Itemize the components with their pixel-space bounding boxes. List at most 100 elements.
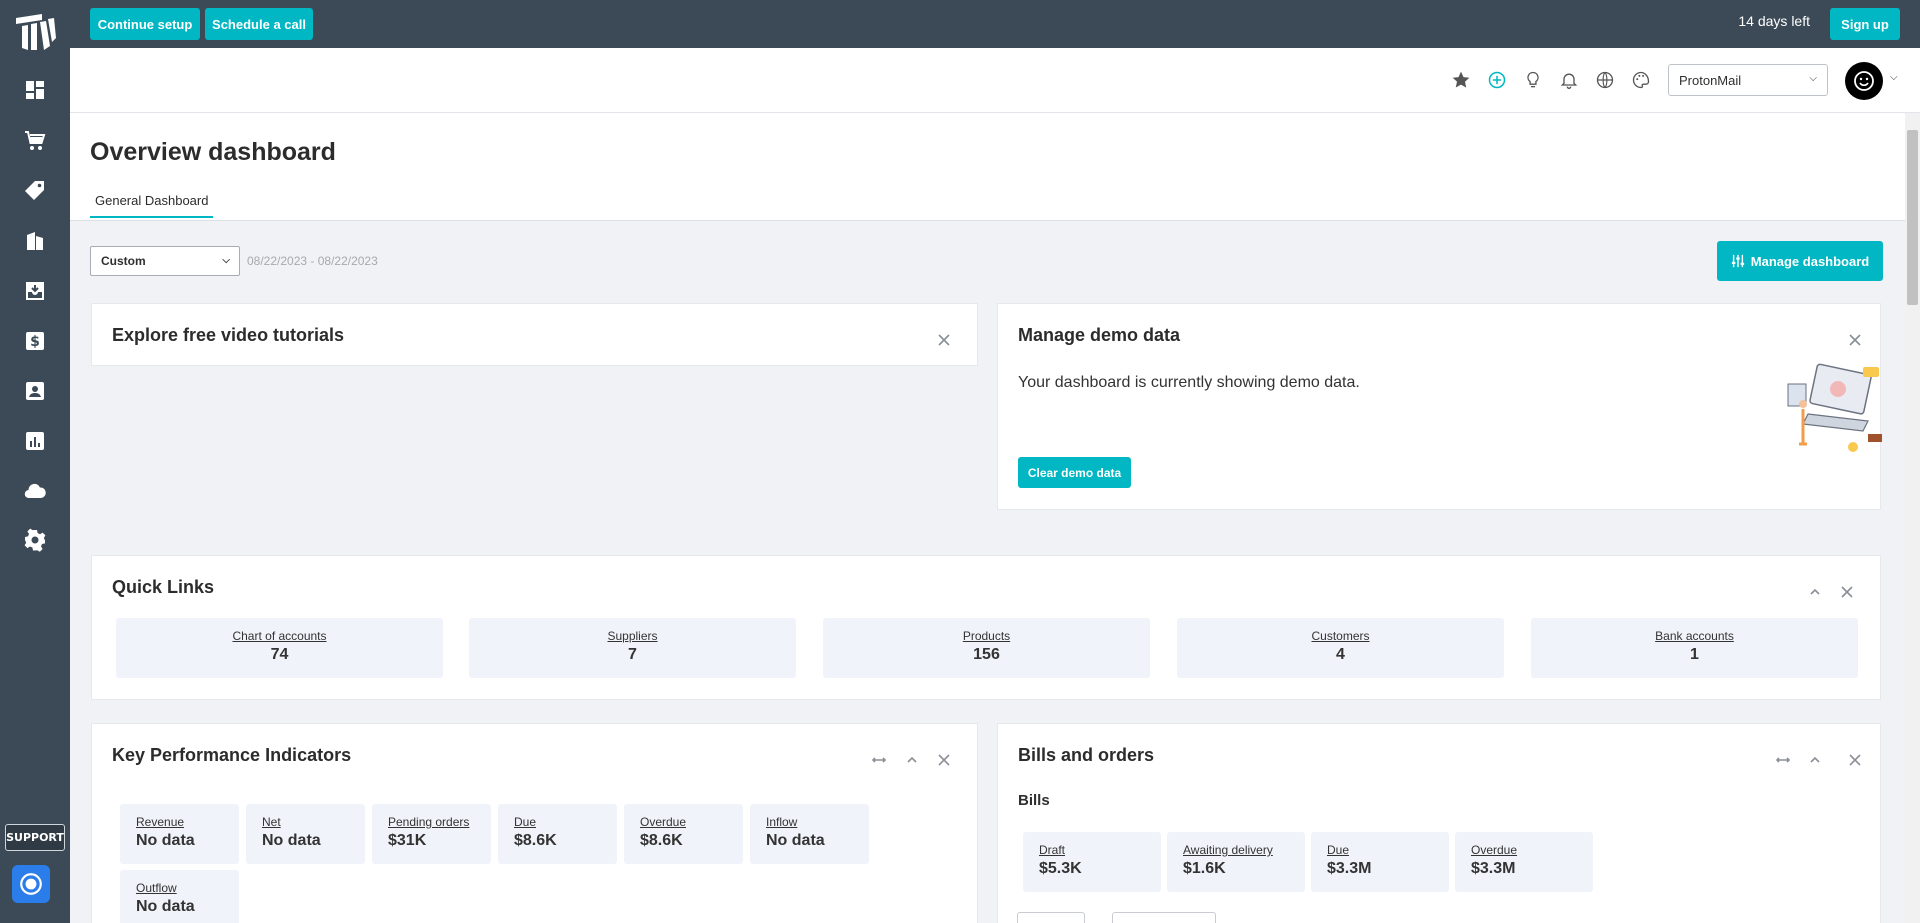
inbox-icon[interactable]	[19, 275, 51, 307]
continue-setup-button[interactable]: Continue setup	[90, 8, 200, 40]
quick-link-suppliers[interactable]: Suppliers 7	[469, 618, 796, 678]
clear-demo-data-button[interactable]: Clear demo data	[1018, 457, 1131, 488]
bills-subtitle: Bills	[1018, 792, 1050, 809]
tab-general-dashboard[interactable]: General Dashboard	[90, 193, 214, 218]
bill-label[interactable]: Due	[1327, 843, 1449, 857]
bill-label[interactable]: Draft	[1039, 843, 1161, 857]
sign-up-button[interactable]: Sign up	[1830, 8, 1900, 40]
tutorials-title: Explore free video tutorials	[112, 325, 345, 345]
collapse-chevron-up-icon[interactable]	[1807, 584, 1823, 600]
avatar-chevron-down-icon[interactable]: ⌵	[1890, 72, 1898, 83]
trial-days-left: 14 days left	[1738, 13, 1810, 29]
schedule-call-button[interactable]: Schedule a call	[205, 8, 313, 40]
close-icon[interactable]	[1847, 752, 1863, 768]
settings-gear-icon[interactable]	[19, 524, 51, 556]
company-select[interactable]: ProtonMail ⌵	[1668, 64, 1828, 96]
bill-label[interactable]: Awaiting delivery	[1183, 843, 1305, 857]
kpi-overdue[interactable]: Overdue $8.6K	[624, 804, 743, 864]
banking-icon[interactable]: $	[19, 325, 51, 357]
title-area: Overview dashboard General Dashboard	[70, 113, 1905, 221]
kpi-value: No data	[262, 832, 321, 849]
scrollbar-thumb[interactable]	[1907, 130, 1918, 305]
collapse-chevron-up-icon[interactable]	[904, 752, 920, 768]
avatar[interactable]	[1845, 62, 1883, 100]
contacts-icon[interactable]	[19, 375, 51, 407]
dashboard-icon[interactable]	[19, 74, 51, 106]
kpi-label[interactable]: Due	[514, 815, 617, 829]
quick-link-label[interactable]: Bank accounts	[1531, 629, 1858, 643]
bill-awaiting-delivery[interactable]: Awaiting delivery $1.6K	[1167, 832, 1305, 892]
quick-link-value: 156	[973, 646, 1000, 663]
period-select[interactable]: Custom ⌵	[90, 246, 240, 276]
sliders-icon	[1731, 254, 1744, 268]
chat-widget-button[interactable]	[12, 865, 50, 903]
support-button[interactable]: SUPPORT	[5, 824, 65, 851]
sidebar: $ SUPPORT	[0, 0, 70, 923]
bills-action-button[interactable]	[1017, 912, 1085, 923]
quick-link-label[interactable]: Suppliers	[469, 629, 796, 643]
reports-icon[interactable]	[19, 425, 51, 457]
header-bar: ProtonMail ⌵ ⌵	[70, 48, 1920, 113]
kpi-inflow[interactable]: Inflow No data	[750, 804, 869, 864]
kpi-title: Key Performance Indicators	[112, 745, 352, 765]
kpi-label[interactable]: Outflow	[136, 881, 239, 895]
star-icon[interactable]	[1449, 68, 1473, 92]
company-select-value: ProtonMail	[1679, 72, 1742, 88]
kpi-net[interactable]: Net No data	[246, 804, 365, 864]
period-select-value: Custom	[101, 254, 146, 268]
globe-icon[interactable]	[1593, 68, 1617, 92]
page-title: Overview dashboard	[90, 138, 336, 166]
bill-overdue[interactable]: Overdue $3.3M	[1455, 832, 1593, 892]
kpi-label[interactable]: Inflow	[766, 815, 869, 829]
kpi-value: $8.6K	[514, 832, 557, 849]
kpi-label[interactable]: Pending orders	[388, 815, 491, 829]
demo-data-title: Manage demo data	[1018, 325, 1181, 345]
quick-link-value: 74	[270, 646, 289, 663]
quick-link-customers[interactable]: Customers 4	[1177, 618, 1504, 678]
close-icon[interactable]	[1847, 332, 1863, 348]
kpi-outflow[interactable]: Outflow No data	[120, 870, 239, 923]
bill-due[interactable]: Due $3.3M	[1311, 832, 1449, 892]
palette-icon[interactable]	[1629, 68, 1653, 92]
bell-icon[interactable]	[1557, 68, 1581, 92]
kpi-card: Key Performance Indicators Revenue No da…	[91, 723, 978, 923]
bill-draft[interactable]: Draft $5.3K	[1023, 832, 1161, 892]
manage-dashboard-label: Manage dashboard	[1750, 253, 1870, 269]
kpi-revenue[interactable]: Revenue No data	[120, 804, 239, 864]
bill-label[interactable]: Overdue	[1471, 843, 1593, 857]
quick-link-products[interactable]: Products 156	[823, 618, 1150, 678]
close-icon[interactable]	[1839, 584, 1855, 600]
kpi-value: No data	[136, 832, 195, 849]
chat-icon	[20, 873, 42, 895]
quick-link-bank-accounts[interactable]: Bank accounts 1	[1531, 618, 1858, 678]
bill-value: $3.3M	[1327, 860, 1372, 877]
quick-link-value: 7	[628, 646, 637, 663]
app-logo[interactable]	[12, 10, 58, 54]
kpi-due[interactable]: Due $8.6K	[498, 804, 617, 864]
tag-icon[interactable]	[19, 175, 51, 207]
demo-data-card: Manage demo data Your dashboard is curre…	[997, 303, 1882, 510]
quick-link-label[interactable]: Products	[823, 629, 1150, 643]
lightbulb-icon[interactable]	[1521, 68, 1545, 92]
kpi-pending-orders[interactable]: Pending orders $31K	[372, 804, 491, 864]
quick-link-label[interactable]: Customers	[1177, 629, 1504, 643]
laptop-illustration-icon	[1787, 363, 1882, 452]
kpi-value: $31K	[388, 832, 427, 849]
kpi-label[interactable]: Revenue	[136, 815, 239, 829]
close-icon[interactable]	[936, 752, 952, 768]
kpi-label[interactable]: Net	[262, 815, 365, 829]
kpi-value: $8.6K	[640, 832, 683, 849]
collapse-chevron-up-icon[interactable]	[1807, 752, 1823, 768]
quick-link-chart-of-accounts[interactable]: Chart of accounts 74	[116, 618, 443, 678]
kpi-label[interactable]: Overdue	[640, 815, 743, 829]
expand-arrows-icon[interactable]	[1775, 752, 1791, 768]
cart-icon[interactable]	[19, 125, 51, 157]
bills-action-button[interactable]	[1112, 912, 1216, 923]
expand-arrows-icon[interactable]	[871, 752, 887, 768]
add-circle-icon[interactable]	[1485, 68, 1509, 92]
manage-dashboard-button[interactable]: Manage dashboard	[1717, 241, 1883, 281]
documents-icon[interactable]	[19, 225, 51, 257]
cloud-icon[interactable]	[19, 475, 51, 507]
close-icon[interactable]	[936, 332, 952, 348]
quick-link-label[interactable]: Chart of accounts	[116, 629, 443, 643]
